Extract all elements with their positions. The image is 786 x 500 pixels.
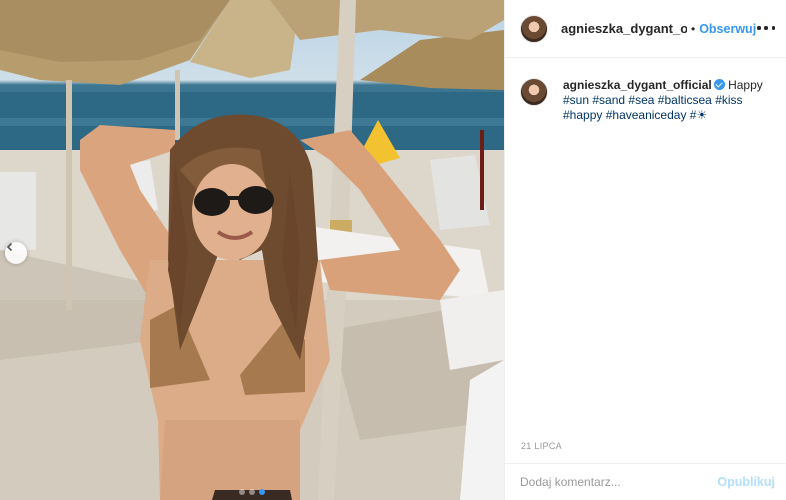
publish-button[interactable]: Opublikuj bbox=[717, 475, 775, 489]
more-options-button[interactable] bbox=[757, 20, 775, 36]
hashtag[interactable]: #happy bbox=[563, 108, 602, 122]
hashtag[interactable]: #☀ bbox=[690, 108, 707, 122]
sun-lounger bbox=[0, 172, 36, 250]
header-username[interactable]: agnieszka_dygant_offic bbox=[561, 21, 687, 36]
caption-username[interactable]: agnieszka_dygant_official bbox=[563, 78, 712, 92]
caption-text: agnieszka_dygant_official Happy #sun #sa… bbox=[563, 78, 763, 123]
post-date: 21 LIPCA bbox=[521, 441, 562, 451]
caption-avatar[interactable] bbox=[520, 78, 548, 106]
post-photo[interactable] bbox=[0, 0, 504, 500]
hashtag[interactable]: #sea bbox=[628, 93, 654, 107]
carousel-dot-active bbox=[259, 489, 265, 495]
follow-button[interactable]: Obserwuj bbox=[699, 22, 756, 36]
post-caption: agnieszka_dygant_official Happy #sun #sa… bbox=[520, 78, 780, 123]
carousel-prev-button[interactable] bbox=[5, 242, 27, 264]
hashtag[interactable]: #balticsea bbox=[658, 93, 712, 107]
post-details-panel: agnieszka_dygant_offic • Obserwuj agnies… bbox=[504, 0, 786, 500]
straw-umbrella-right bbox=[360, 30, 504, 90]
comment-input[interactable] bbox=[520, 475, 718, 489]
verified-badge-icon bbox=[713, 79, 725, 90]
post-header: agnieszka_dygant_offic • Obserwuj bbox=[505, 0, 786, 58]
caption-text-start: Happy bbox=[728, 78, 763, 92]
beach-photo-image bbox=[0, 0, 504, 500]
chevron-left-icon bbox=[6, 242, 13, 252]
sunglasses bbox=[194, 188, 230, 216]
avatar[interactable] bbox=[520, 14, 548, 43]
separator-dot: • bbox=[691, 21, 696, 36]
hashtag[interactable]: #kiss bbox=[715, 93, 742, 107]
more-horizontal-icon bbox=[757, 26, 761, 30]
carousel-dot bbox=[239, 489, 245, 495]
comment-bar: Opublikuj bbox=[505, 463, 786, 500]
hashtag[interactable]: #sand bbox=[592, 93, 625, 107]
hashtag[interactable]: #haveaniceday bbox=[606, 108, 687, 122]
carousel-dot bbox=[249, 489, 255, 495]
hashtag[interactable]: #sun bbox=[563, 93, 589, 107]
carousel-indicator bbox=[239, 489, 265, 495]
